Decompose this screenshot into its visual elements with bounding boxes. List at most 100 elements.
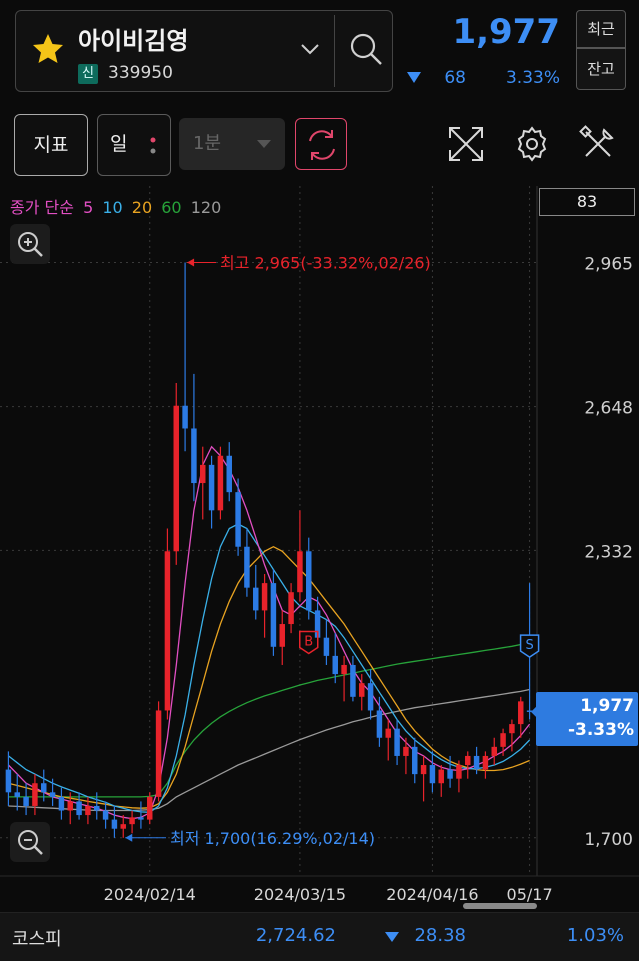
candle-body [32,783,38,806]
high-annotation: 최고 2,965(-33.32%,02/26) [220,253,431,272]
candle-body [306,551,312,611]
ma20-line [8,545,530,809]
day-period-button[interactable] [97,114,171,176]
index-value: 2,724.62 [255,925,336,946]
candle-body [385,728,391,738]
x-tick-label: 2024/03/15 [254,885,346,904]
gear-icon[interactable] [512,124,552,164]
expand-icon[interactable] [446,124,486,164]
buy-marker-label: B [304,634,313,649]
candle-body [473,755,480,770]
candle-body [394,728,400,756]
candle-body [102,810,109,820]
volume-value-box: 83 [539,188,635,216]
y-tick-label: 2,648 [584,399,633,419]
stock-code: 339950 [108,63,173,83]
chevron-down-icon[interactable] [298,39,322,59]
candle-body [350,664,356,697]
search-icon[interactable] [346,29,386,69]
down-arrow-icon [385,932,399,942]
index-percent: 1.03% [566,925,624,946]
candle-body [14,792,20,797]
candle-body [111,819,118,829]
candle-body [500,733,506,747]
candle-body [420,765,427,775]
y-tick-label: 2,965 [584,254,633,274]
candle-body [235,492,241,547]
badge-percent: -3.33% [567,720,634,740]
star-favorite-icon[interactable] [30,31,66,67]
candle-body [438,769,444,784]
candle-body [518,701,524,725]
ma-type-label: 종가 단순 [10,198,74,217]
y-tick-label: 2,332 [584,542,633,562]
zoom-in-icon[interactable] [10,224,50,264]
current-price: 1,977 [452,12,560,52]
candle-body [200,464,206,484]
ma5-label: 5 [83,198,94,217]
caret-down-icon [257,140,271,148]
minute-interval-label: 1분 [193,133,222,154]
price-chart[interactable]: 2,965 2,648 2,332 1,700 2024/02/14 2024/03/15… [0,186,639,912]
candle-body [244,546,250,588]
indicator-button[interactable]: 지표 [14,114,88,176]
change-percent: 3.33% [505,68,560,88]
stock-selector[interactable]: 아이비김영 신 339950 [15,10,393,92]
ma10-line [8,523,531,813]
change-value: 68 [444,68,466,88]
candle-body [456,765,462,779]
candle-body [332,655,338,675]
candle-body [226,455,232,493]
candle-body [23,796,29,806]
ma-legend: 종가 단순 5 10 20 60 120 [10,194,225,218]
candle-body [288,592,294,625]
zoom-out-icon[interactable] [10,822,50,862]
candle-body [182,405,188,429]
candle-body [429,765,436,784]
candle-body [367,683,374,711]
tools-icon[interactable] [578,124,618,164]
candle-body [341,664,347,675]
ma5-line [7,445,531,820]
recent-button[interactable]: 최근 [576,10,626,48]
candle-body [76,801,82,816]
sell-marker-label: S [525,638,533,653]
candle-body [376,710,383,738]
index-name: 코스피 [12,929,62,950]
candle-body [359,683,365,697]
credit-badge: 신 [78,64,98,84]
index-change: 28.38 [414,925,466,946]
candle-body [279,624,285,647]
candle-body [155,710,162,797]
candle-body [41,783,47,793]
ma120-line [8,688,530,812]
candle-body [412,746,418,775]
chart-scroll-handle[interactable] [463,903,537,909]
day-period-label: 일 [110,133,128,155]
candle-body [58,796,65,811]
stock-name: 아이비김영 [78,27,189,55]
candle-body [49,792,56,797]
candle-body [403,746,409,756]
candle-body [138,817,144,820]
candle-body [191,428,197,484]
candle-body [94,805,100,811]
candle-body [482,755,489,770]
candle-body [509,724,515,734]
balance-button[interactable]: 잔고 [576,48,626,90]
ma120-label: 120 [190,198,222,217]
candle-body [129,817,135,825]
candle-body [270,583,277,647]
candle-body [323,637,330,656]
low-annotation: 최저 1,700(16.29%,02/14) [170,829,375,848]
candle-body [120,824,126,829]
ma60-label: 60 [161,198,182,217]
candle-body [164,551,171,711]
candle-body [465,755,471,766]
candle-body [67,801,73,811]
candle-body [261,583,268,611]
refresh-button[interactable] [295,118,347,170]
more-dots-icon[interactable] [150,136,156,156]
badge-price: 1,977 [580,696,634,716]
down-arrow-icon [407,72,421,83]
